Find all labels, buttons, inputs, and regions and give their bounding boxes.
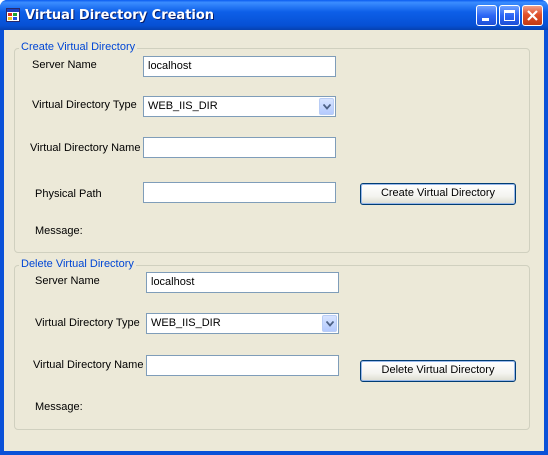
delete-directory-button[interactable]: Delete Virtual Directory <box>360 360 516 382</box>
delete-name-input[interactable] <box>146 355 339 376</box>
create-name-label: Virtual Directory Name <box>30 142 141 154</box>
delete-server-input[interactable]: localhost <box>146 272 339 293</box>
app-window: Virtual Directory Creation Create Virtua… <box>0 0 548 455</box>
window-title: Virtual Directory Creation <box>25 8 215 23</box>
delete-name-label: Virtual Directory Name <box>33 359 144 371</box>
delete-group-legend: Delete Virtual Directory <box>19 258 136 270</box>
create-path-label: Physical Path <box>35 188 102 200</box>
create-type-label: Virtual Directory Type <box>32 99 137 111</box>
delete-message-label: Message: <box>35 401 83 413</box>
create-directory-button[interactable]: Create Virtual Directory <box>360 183 516 205</box>
chevron-down-icon[interactable] <box>319 98 334 115</box>
delete-type-value: WEB_IIS_DIR <box>151 317 221 329</box>
minimize-button[interactable] <box>476 5 497 26</box>
create-type-select[interactable]: WEB_IIS_DIR <box>143 96 336 117</box>
close-button[interactable] <box>522 5 543 26</box>
create-path-input[interactable] <box>143 182 336 203</box>
delete-type-label: Virtual Directory Type <box>35 317 140 329</box>
create-message-label: Message: <box>35 225 83 237</box>
delete-server-label: Server Name <box>35 275 100 287</box>
create-name-input[interactable] <box>143 137 336 158</box>
create-type-value: WEB_IIS_DIR <box>148 100 218 112</box>
app-window-icon[interactable] <box>6 8 20 22</box>
create-server-input[interactable]: localhost <box>143 56 336 77</box>
create-group-legend: Create Virtual Directory <box>19 41 138 53</box>
delete-type-select[interactable]: WEB_IIS_DIR <box>146 313 339 334</box>
form-client-area: Create Virtual Directory Server Name loc… <box>4 30 544 451</box>
title-bar[interactable]: Virtual Directory Creation <box>0 0 548 30</box>
maximize-button[interactable] <box>499 5 520 26</box>
chevron-down-icon[interactable] <box>322 315 337 332</box>
create-server-label: Server Name <box>32 59 97 71</box>
